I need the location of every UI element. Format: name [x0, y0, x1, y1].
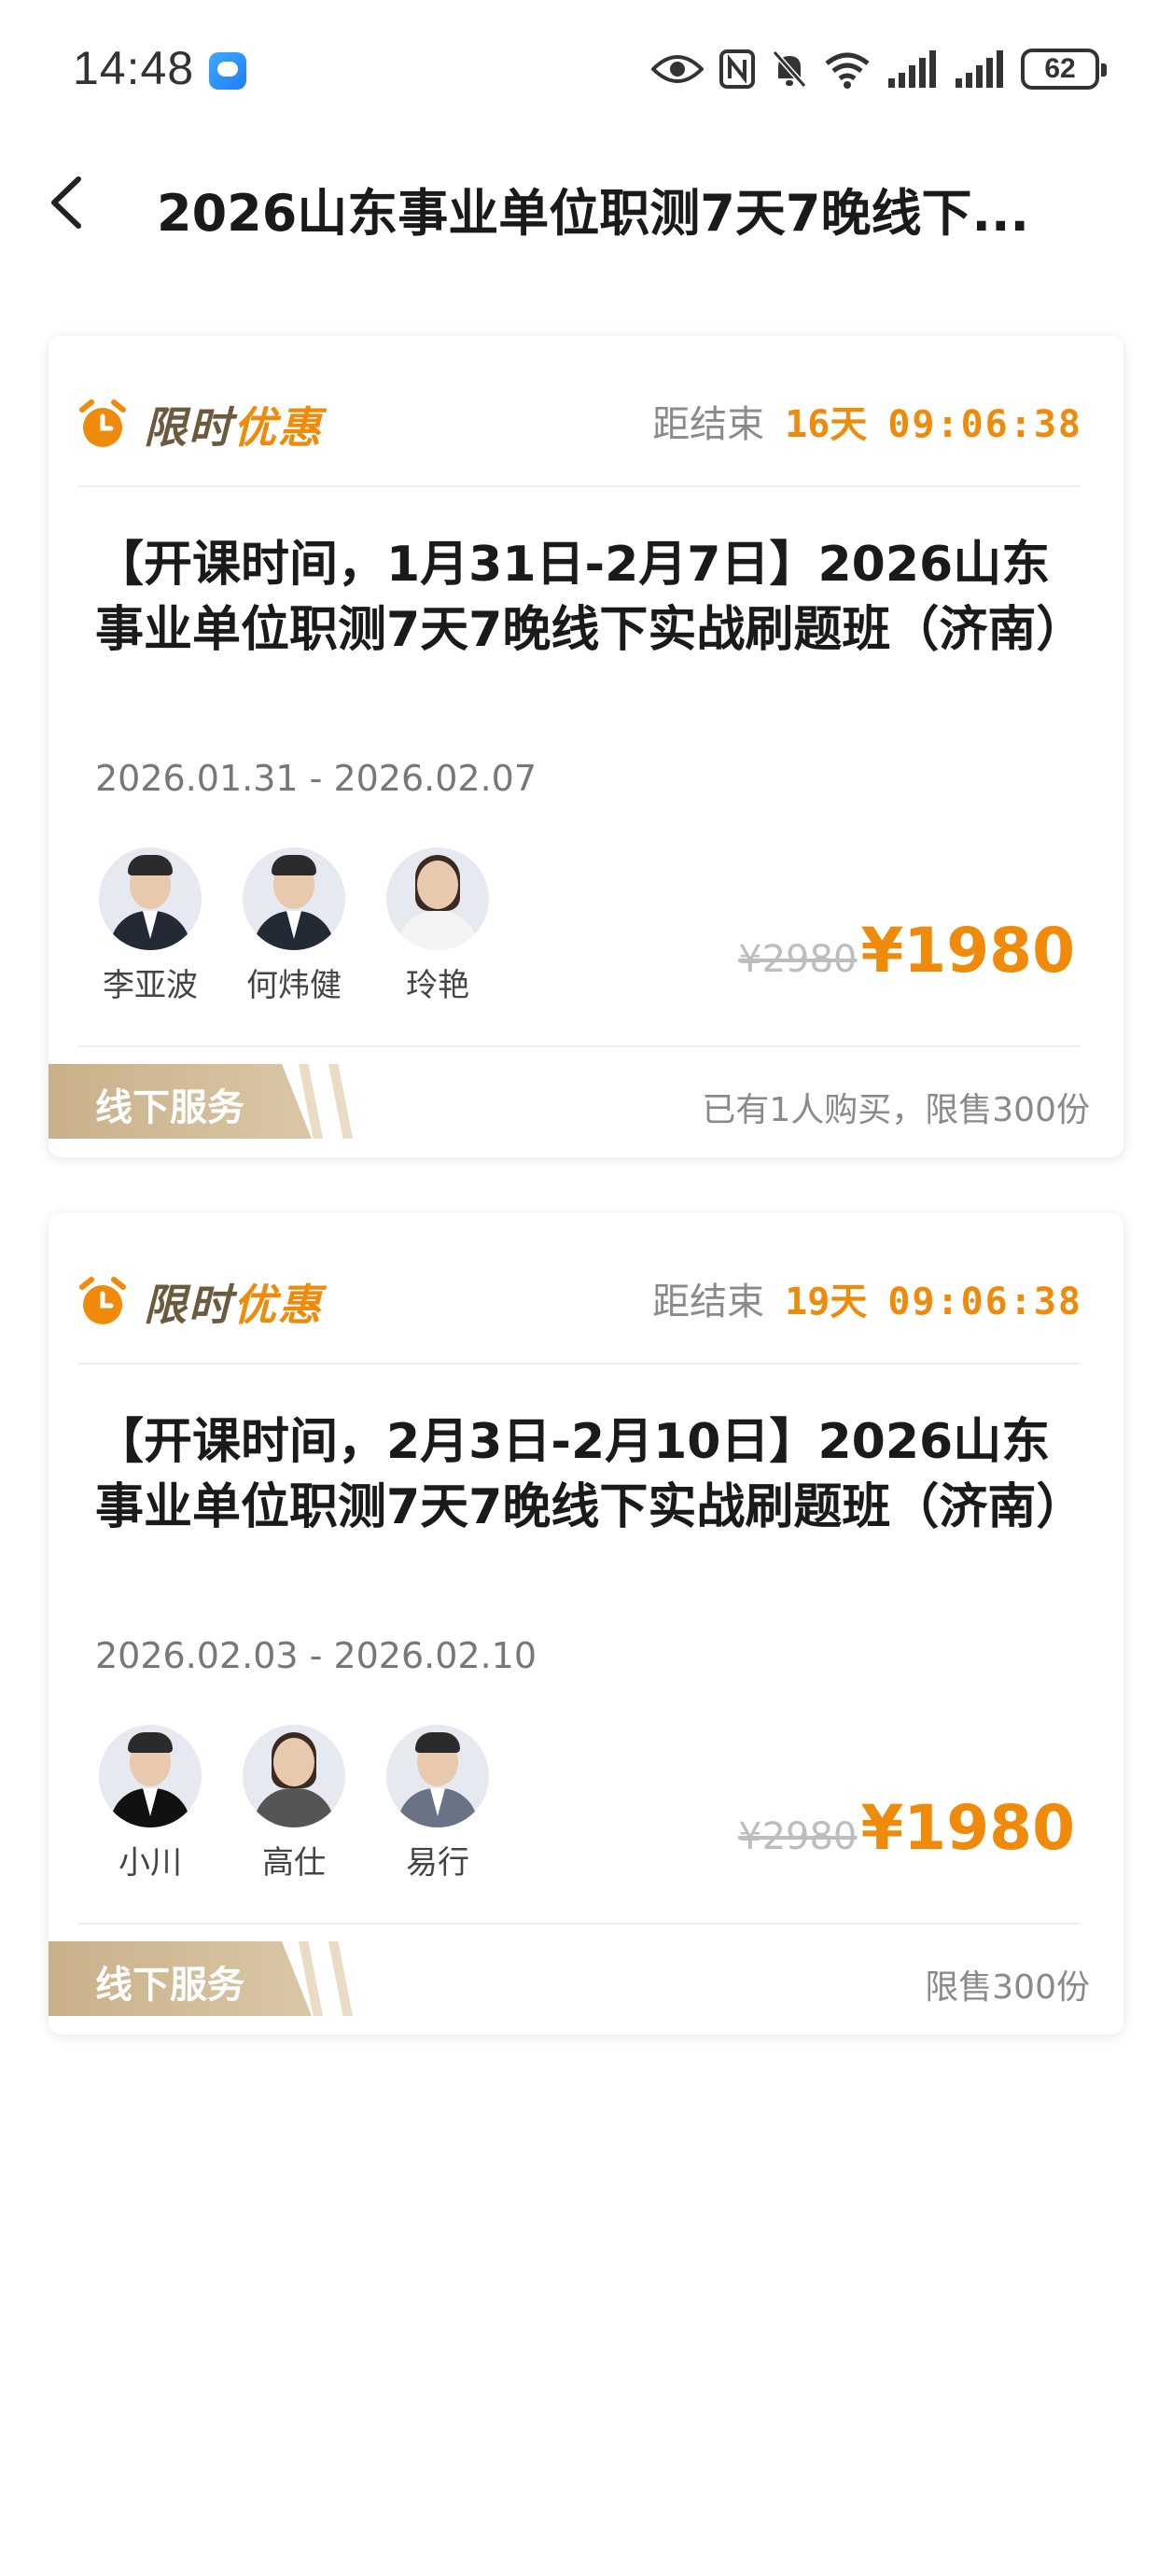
divider — [78, 1045, 1081, 1047]
message-app-icon — [209, 52, 246, 90]
avatar — [243, 847, 345, 950]
original-price: ¥2980 — [738, 1815, 858, 1858]
nav-bar: 2026山东事业单位职测7天7晚线下... — [0, 149, 1172, 261]
countdown-label: 距结束 — [652, 403, 765, 446]
countdown-days: 19天 — [785, 1281, 868, 1323]
price: ¥2980 ¥1980 — [738, 1792, 1075, 1864]
divider — [78, 1923, 1081, 1925]
countdown-label: 距结束 — [652, 1281, 765, 1323]
signal-icon-2 — [956, 50, 1003, 88]
teacher[interactable]: 高仕 — [243, 1725, 345, 1883]
course-card[interactable]: 限时优惠 距结束 19天 09:06:38 【开课时间，2月3日-2月10日】2… — [49, 1213, 1123, 2035]
teacher-list: 小川 高仕 易行 — [99, 1725, 489, 1883]
avatar — [99, 847, 202, 950]
limited-time-offer-badge: 限时优惠 — [77, 392, 323, 457]
avatar — [386, 1725, 489, 1827]
alarm-clock-icon — [79, 399, 126, 447]
course-dates: 2026.02.03 - 2026.02.10 — [95, 1635, 537, 1676]
avatar — [386, 847, 489, 950]
service-tag: 线下服务 — [49, 1941, 356, 2016]
sale-price: ¥1980 — [860, 915, 1075, 987]
status-icons: 62 — [651, 43, 1107, 95]
teacher-name: 高仕 — [262, 1844, 326, 1882]
divider — [78, 1363, 1081, 1365]
bell-muted-icon — [772, 50, 807, 88]
promo-label-highlight: 优惠 — [233, 402, 323, 453]
sales-info: 已有1人购买，限售300份 — [702, 1091, 1090, 1129]
teacher-name: 何炜健 — [246, 967, 342, 1004]
sale-price: ¥1980 — [860, 1792, 1075, 1864]
price: ¥2980 ¥1980 — [738, 915, 1075, 987]
countdown: 距结束 19天 09:06:38 — [652, 1271, 1082, 1325]
service-label: 线下服务 — [95, 1964, 244, 2007]
limited-time-offer-badge: 限时优惠 — [77, 1269, 323, 1335]
eye-icon — [651, 55, 704, 83]
promo-label: 限时 — [144, 1280, 233, 1330]
teacher[interactable]: 何炜健 — [243, 847, 345, 1005]
alarm-clock-icon — [79, 1277, 126, 1324]
countdown-time: 09:06:38 — [887, 403, 1082, 446]
teacher-name: 小川 — [119, 1844, 182, 1882]
teacher-name: 李亚波 — [103, 967, 198, 1004]
countdown-time: 09:06:38 — [887, 1281, 1082, 1323]
sales-info: 限售300份 — [925, 1968, 1090, 2007]
signal-icon — [888, 50, 936, 88]
course-title[interactable]: 【开课时间，1月31日-2月7日】2026山东事业单位职测7天7晚线下实战刷题班… — [95, 532, 1084, 663]
service-label: 线下服务 — [95, 1086, 244, 1129]
page-title: 2026山东事业单位职测7天7晚线下... — [157, 184, 1029, 243]
teacher[interactable]: 玲艳 — [386, 847, 489, 1005]
avatar — [243, 1725, 345, 1827]
battery-indicator: 62 — [1021, 49, 1107, 90]
course-dates: 2026.01.31 - 2026.02.07 — [95, 758, 537, 799]
nfc-icon — [719, 49, 755, 89]
wifi-icon — [825, 52, 870, 89]
teacher-name: 玲艳 — [406, 967, 469, 1004]
promo-label-highlight: 优惠 — [233, 1280, 323, 1330]
course-card[interactable]: 限时优惠 距结束 16天 09:06:38 【开课时间，1月31日-2月7日】2… — [49, 336, 1123, 1157]
teacher[interactable]: 李亚波 — [99, 847, 202, 1005]
status-time: 14:48 — [73, 42, 195, 94]
course-title[interactable]: 【开课时间，2月3日-2月10日】2026山东事业单位职测7天7晚线下实战刷题班… — [95, 1409, 1084, 1540]
promo-label: 限时 — [144, 402, 233, 453]
divider — [78, 485, 1081, 487]
countdown: 距结束 16天 09:06:38 — [652, 394, 1082, 448]
countdown-days: 16天 — [785, 403, 868, 446]
service-tag: 线下服务 — [49, 1064, 356, 1139]
avatar — [99, 1725, 202, 1827]
teacher-name: 易行 — [406, 1844, 469, 1882]
teacher[interactable]: 易行 — [386, 1725, 489, 1883]
back-arrow-icon[interactable] — [37, 170, 103, 235]
teacher[interactable]: 小川 — [99, 1725, 202, 1883]
original-price: ¥2980 — [738, 938, 858, 981]
status-bar: 14:48 62 — [0, 0, 1172, 140]
teacher-list: 李亚波 何炜健 玲艳 — [99, 847, 489, 1005]
